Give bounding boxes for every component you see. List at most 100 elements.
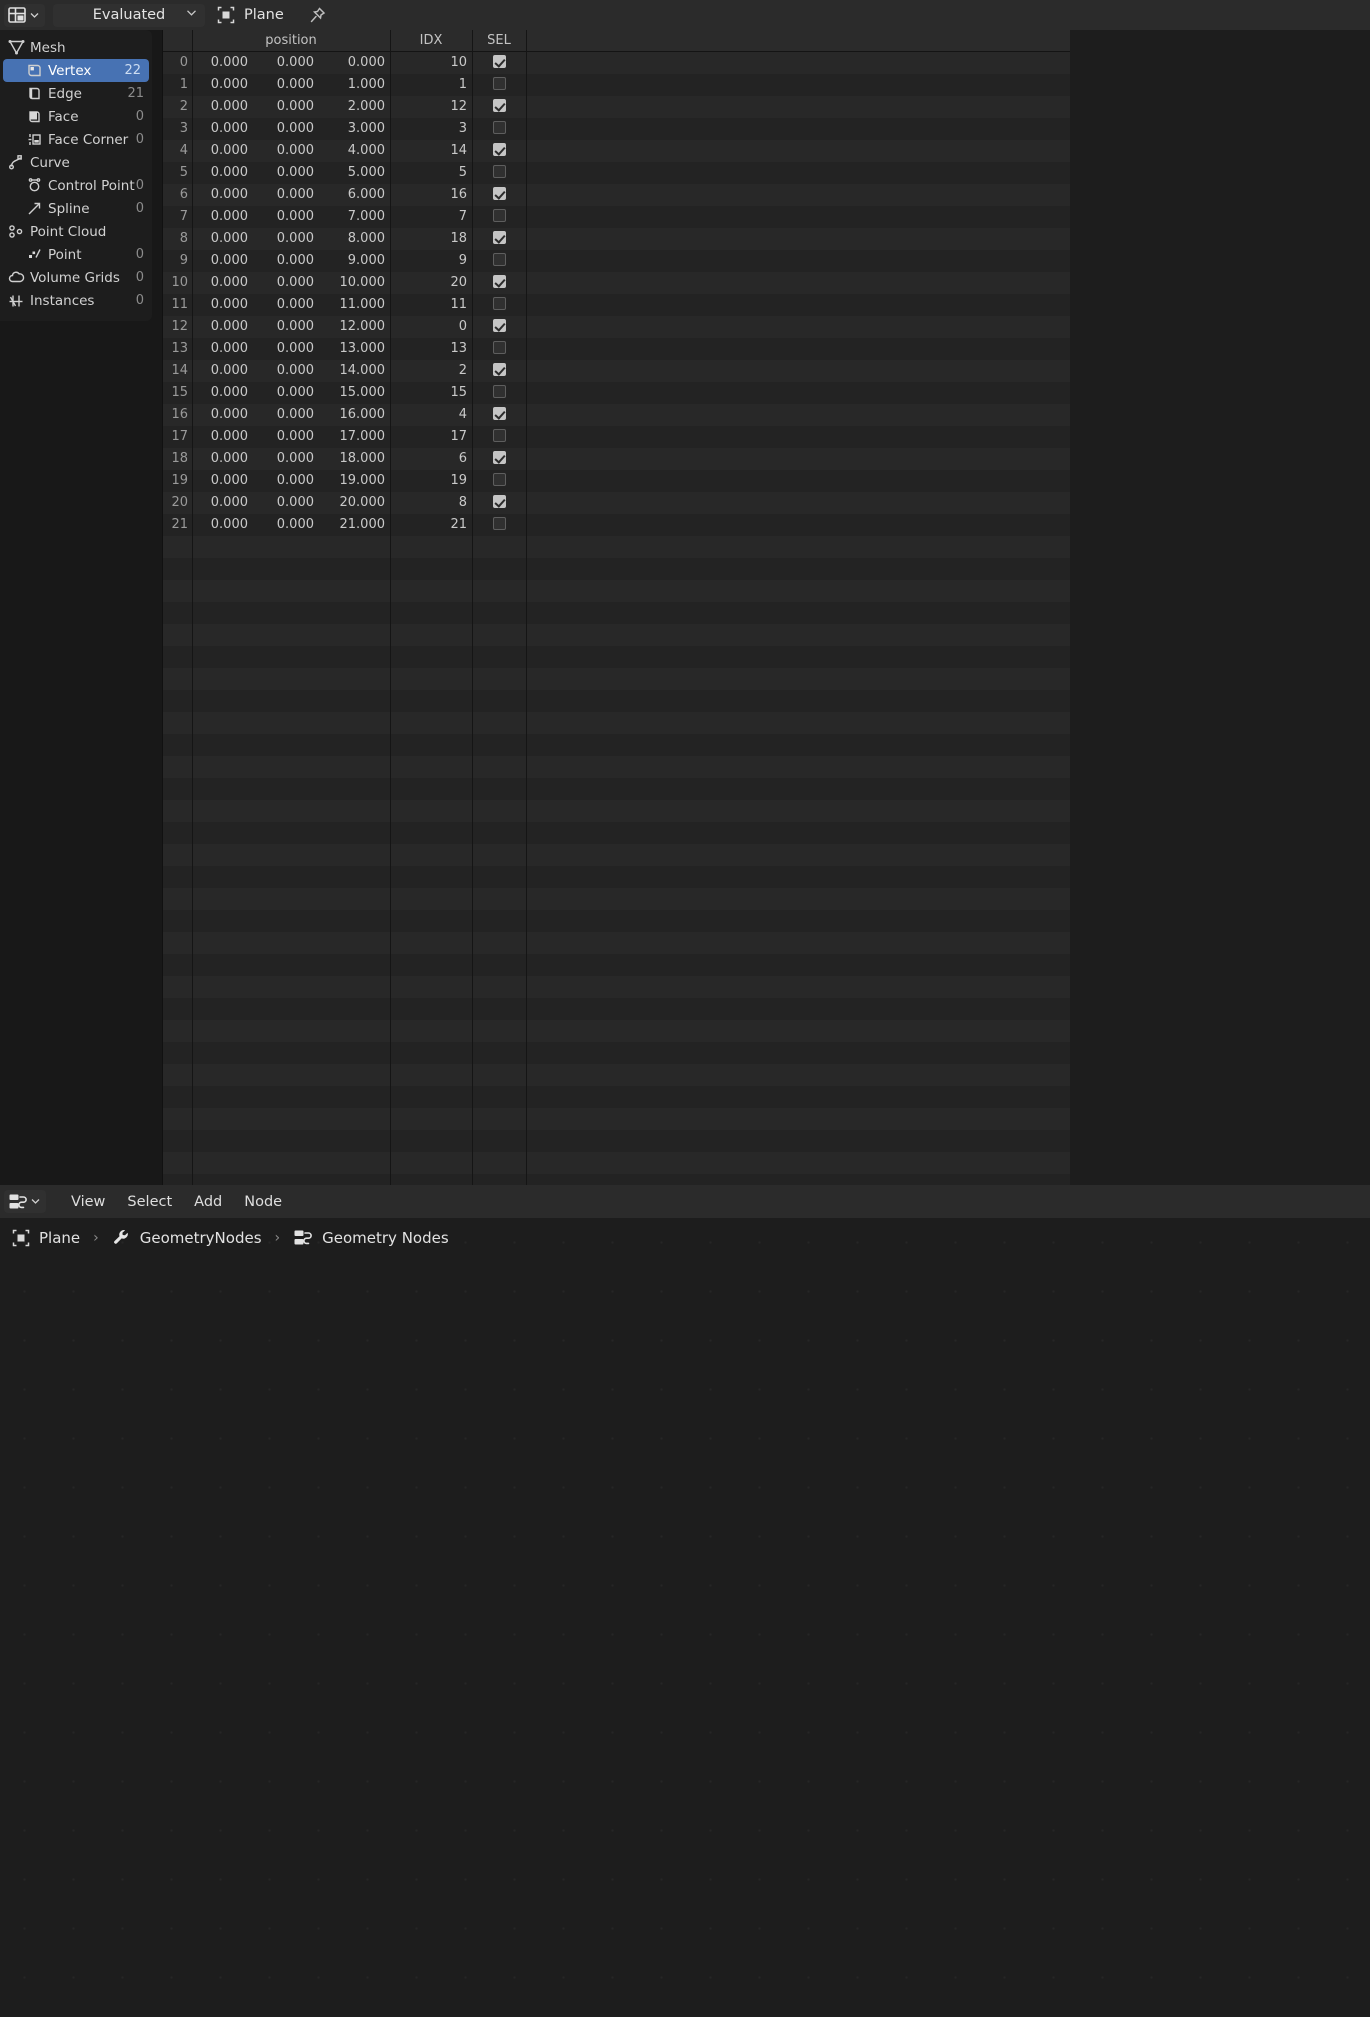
table-row[interactable]: 6 0.000 0.000 6.000 16 [163, 184, 1070, 206]
cell-position-z[interactable]: 7.000 [327, 206, 385, 228]
cell-position-x[interactable]: 0.000 [196, 272, 248, 294]
cell-sel[interactable] [473, 74, 525, 96]
cell-idx[interactable]: 18 [395, 228, 467, 250]
table-row[interactable]: 1 0.000 0.000 1.000 1 [163, 74, 1070, 96]
menu-view[interactable]: View [60, 1190, 116, 1214]
table-row[interactable]: 4 0.000 0.000 4.000 14 [163, 140, 1070, 162]
cell-position-x[interactable]: 0.000 [196, 206, 248, 228]
cell-idx[interactable]: 13 [395, 338, 467, 360]
column-header-idx[interactable]: IDX [391, 30, 471, 52]
cell-position-y[interactable]: 0.000 [262, 228, 314, 250]
cell-position-z[interactable]: 20.000 [327, 492, 386, 514]
cell-idx[interactable]: 0 [395, 316, 467, 338]
cell-sel[interactable] [473, 250, 525, 272]
sel-checkbox[interactable] [492, 341, 506, 354]
cell-idx[interactable]: 17 [395, 426, 467, 448]
cell-position-z[interactable]: 16.000 [327, 404, 386, 426]
sel-checkbox[interactable] [492, 55, 506, 68]
cell-position-x[interactable]: 0.000 [196, 96, 248, 118]
dataset-item-point-cloud[interactable]: Point Cloud [0, 220, 152, 243]
cell-position-y[interactable]: 0.000 [262, 294, 314, 316]
cell-sel[interactable] [473, 338, 525, 360]
table-row[interactable]: 15 0.000 0.000 15.000 15 [163, 382, 1070, 404]
dataset-item-control-point[interactable]: Control Point 0 [0, 174, 152, 197]
table-row[interactable]: 8 0.000 0.000 8.000 18 [163, 228, 1070, 250]
cell-idx[interactable]: 4 [395, 404, 467, 426]
cell-idx[interactable]: 12 [395, 96, 467, 118]
table-row[interactable]: 18 0.000 0.000 18.000 6 [163, 448, 1070, 470]
cell-position-y[interactable]: 0.000 [262, 162, 314, 184]
sel-checkbox[interactable] [492, 319, 506, 332]
cell-position-z[interactable]: 9.000 [327, 250, 385, 272]
cell-position-x[interactable]: 0.000 [196, 360, 248, 382]
cell-sel[interactable] [473, 316, 525, 338]
cell-sel[interactable] [473, 272, 525, 294]
cell-position-x[interactable]: 0.000 [196, 294, 248, 316]
sel-checkbox[interactable] [492, 407, 506, 420]
dataset-item-edge[interactable]: Edge 21 [0, 82, 152, 105]
table-row[interactable]: 10 0.000 0.000 10.000 20 [163, 272, 1070, 294]
dataset-item-instances[interactable]: Instances 0 [0, 289, 152, 312]
cell-idx[interactable]: 2 [395, 360, 467, 382]
menu-select[interactable]: Select [116, 1190, 183, 1214]
dataset-item-face-corner[interactable]: Face Corner 0 [0, 128, 152, 151]
dataset-item-volume-grids[interactable]: Volume Grids 0 [0, 266, 152, 289]
cell-sel[interactable] [473, 294, 525, 316]
table-row[interactable]: 11 0.000 0.000 11.000 11 [163, 294, 1070, 316]
cell-position-x[interactable]: 0.000 [196, 74, 248, 96]
cell-position-x[interactable]: 0.000 [196, 382, 248, 404]
cell-sel[interactable] [473, 206, 525, 228]
cell-position-x[interactable]: 0.000 [196, 140, 248, 162]
cell-position-y[interactable]: 0.000 [262, 184, 314, 206]
sel-checkbox[interactable] [492, 297, 506, 310]
cell-position-y[interactable]: 0.000 [262, 426, 314, 448]
cell-sel[interactable] [473, 360, 525, 382]
cell-position-z[interactable]: 4.000 [327, 140, 385, 162]
sel-checkbox[interactable] [492, 363, 506, 376]
table-row[interactable]: 3 0.000 0.000 3.000 3 [163, 118, 1070, 140]
cell-position-z[interactable]: 1.000 [327, 74, 385, 96]
cell-position-z[interactable]: 18.000 [327, 448, 386, 470]
table-row[interactable]: 13 0.000 0.000 13.000 13 [163, 338, 1070, 360]
cell-sel[interactable] [473, 470, 525, 492]
cell-idx[interactable]: 16 [395, 184, 467, 206]
cell-position-y[interactable]: 0.000 [262, 96, 314, 118]
sel-checkbox[interactable] [492, 451, 506, 464]
cell-position-x[interactable]: 0.000 [196, 492, 248, 514]
cell-position-x[interactable]: 0.000 [196, 470, 248, 492]
dataset-item-curve[interactable]: Curve [0, 151, 152, 174]
cell-idx[interactable]: 10 [395, 52, 467, 74]
cell-idx[interactable]: 20 [395, 272, 467, 294]
cell-sel[interactable] [473, 52, 525, 74]
sel-checkbox[interactable] [492, 517, 506, 530]
cell-position-y[interactable]: 0.000 [262, 382, 314, 404]
sel-checkbox[interactable] [492, 165, 506, 178]
cell-position-z[interactable]: 15.000 [327, 382, 386, 404]
cell-idx[interactable]: 14 [395, 140, 467, 162]
cell-idx[interactable]: 15 [395, 382, 467, 404]
cell-position-y[interactable]: 0.000 [262, 272, 314, 294]
column-header-position[interactable]: position [193, 30, 389, 52]
cell-idx[interactable]: 6 [395, 448, 467, 470]
table-row[interactable]: 16 0.000 0.000 16.000 4 [163, 404, 1070, 426]
sel-checkbox[interactable] [492, 231, 506, 244]
cell-sel[interactable] [473, 228, 525, 250]
cell-position-y[interactable]: 0.000 [262, 404, 314, 426]
cell-sel[interactable] [473, 140, 525, 162]
cell-position-y[interactable]: 0.000 [262, 470, 314, 492]
cell-position-x[interactable]: 0.000 [196, 52, 248, 74]
cell-sel[interactable] [473, 184, 525, 206]
cell-position-z[interactable]: 14.000 [327, 360, 386, 382]
cell-position-y[interactable]: 0.000 [262, 316, 314, 338]
cell-idx[interactable]: 5 [395, 162, 467, 184]
editor-type-selector[interactable] [4, 1190, 46, 1213]
cell-sel[interactable] [473, 514, 525, 536]
cell-idx[interactable]: 9 [395, 250, 467, 272]
cell-position-z[interactable]: 21.000 [327, 514, 386, 536]
cell-position-x[interactable]: 0.000 [196, 184, 248, 206]
cell-position-z[interactable]: 11.000 [327, 294, 386, 316]
cell-sel[interactable] [473, 492, 525, 514]
cell-position-y[interactable]: 0.000 [262, 448, 314, 470]
cell-idx[interactable]: 11 [395, 294, 467, 316]
cell-position-z[interactable]: 19.000 [327, 470, 386, 492]
